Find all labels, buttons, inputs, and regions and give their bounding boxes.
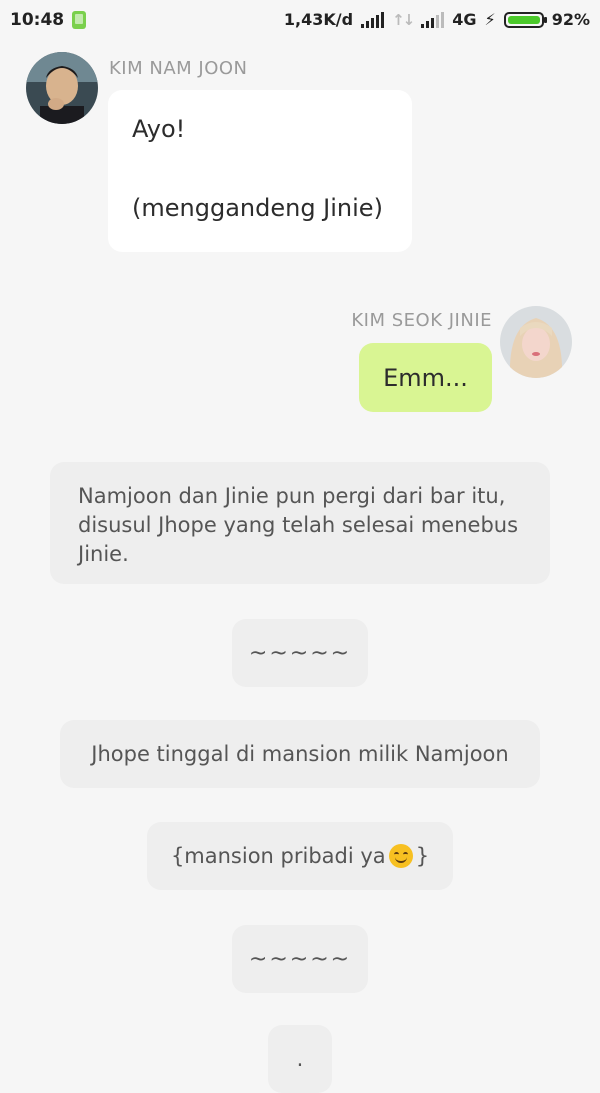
narration-text: Namjoon dan Jinie pun pergi dari bar itu…: [78, 484, 519, 566]
narration-text: .: [296, 1047, 304, 1071]
lightning-bolt-icon: ⚡: [484, 10, 496, 29]
status-right: 1,43K/d ↑↓ 4G ⚡ 92%: [284, 10, 590, 29]
narration-bubble[interactable]: .: [268, 1025, 332, 1093]
status-left: 10:48: [10, 10, 87, 30]
narration-bubble[interactable]: {mansion pribadi ya }: [147, 822, 453, 890]
narration-text: }: [415, 844, 430, 868]
narration-bubble[interactable]: ~~~~~: [232, 925, 368, 993]
sender-name: KIM NAM JOON: [109, 58, 248, 79]
sender-name: KIM SEOK JINIE: [351, 310, 492, 331]
smiling-face-icon: [388, 844, 413, 868]
narration-bubble[interactable]: Namjoon dan Jinie pun pergi dari bar itu…: [50, 462, 550, 584]
narration-bubble[interactable]: ~~~~~: [232, 619, 368, 687]
signal-strength-icon: [361, 11, 385, 28]
battery-level-fill: [507, 15, 540, 24]
message-bubble-incoming[interactable]: Ayo! (menggandeng Jinie): [108, 90, 412, 252]
status-bar: 10:48 1,43K/d ↑↓ 4G ⚡ 92%: [0, 0, 600, 42]
narration-text: ~~~~~: [248, 640, 352, 666]
message-line: Ayo!: [132, 115, 186, 143]
network-type: 4G: [452, 10, 477, 29]
battery-icon: [503, 11, 547, 28]
message-line: (menggandeng Jinie): [132, 194, 383, 222]
avatar-kim-nam-joon[interactable]: [26, 52, 98, 124]
status-time: 10:48: [10, 10, 65, 30]
narration-text: ~~~~~: [248, 946, 352, 972]
data-transfer-icon: ↑↓: [392, 10, 415, 29]
narration-bubble[interactable]: Jhope tinggal di mansion milik Namjoon: [60, 720, 540, 788]
narration-text: {mansion pribadi ya: [170, 844, 386, 868]
network-speed: 1,43K/d: [283, 10, 354, 29]
signal-strength-secondary-icon: [421, 11, 445, 28]
narration-text: Jhope tinggal di mansion milik Namjoon: [91, 742, 509, 766]
sim-card-icon: [72, 11, 87, 29]
message-text: Emm...: [383, 363, 468, 392]
message-bubble-outgoing[interactable]: Emm...: [359, 343, 492, 412]
avatar-kim-seok-jinie[interactable]: [500, 306, 572, 378]
battery-percent: 92%: [551, 10, 590, 29]
